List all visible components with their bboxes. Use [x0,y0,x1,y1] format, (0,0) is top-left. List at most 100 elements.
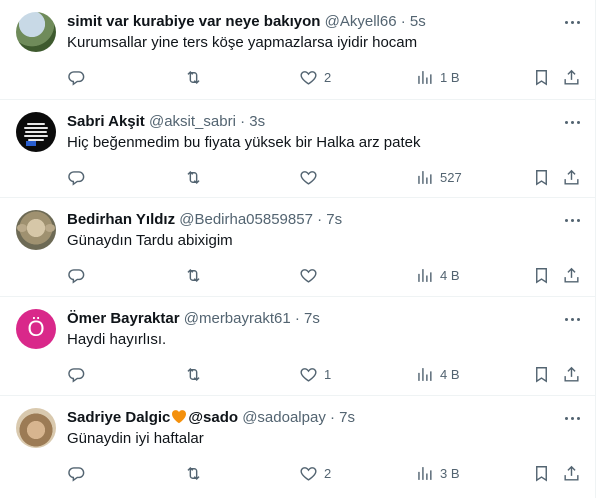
retweet-button[interactable] [184,166,203,188]
display-name[interactable]: Bedirhan Yıldız [67,211,175,228]
like-button[interactable] [299,264,324,286]
timestamp[interactable]: 5s [410,13,426,30]
view-count: 527 [440,169,462,185]
user-handle[interactable]: @Bedirha05859857 [179,211,313,228]
share-icon [562,68,581,87]
bookmark-button[interactable] [532,66,551,88]
like-icon [299,168,318,187]
retweet-icon [184,365,203,384]
tweet-actions: 2 3 B [60,462,592,484]
reply-button[interactable] [67,462,86,484]
separator-dot: · [400,13,406,30]
reply-button[interactable] [67,264,86,286]
display-name[interactable]: Sabri Akşit [67,113,145,130]
separator-dot: · [294,310,300,327]
tweet[interactable]: Sabri Akşit @aksit_sabri · 3s Hiç beğenm… [0,100,596,198]
tweet-text: Haydi hayırlısı. [67,331,167,348]
tweet-text: Günaydin iyi haftalar [67,430,204,447]
reply-icon [67,464,86,483]
like-count: 1 [324,366,332,382]
more-icon[interactable] [562,12,582,32]
tweet-header: Sadriye Dalgic @sado @sadoalpay · 7s [67,408,547,428]
avatar[interactable] [16,112,56,152]
bookmark-icon [532,168,551,187]
like-count: 2 [324,69,332,85]
share-button[interactable] [562,166,581,188]
avatar[interactable] [16,408,56,448]
like-button[interactable]: 2 [299,66,331,88]
reply-button[interactable] [67,66,86,88]
bookmark-button[interactable] [532,166,551,188]
separator-dot: · [240,113,246,130]
views-button[interactable]: 3 B [415,462,460,484]
like-icon [299,464,318,483]
views-button[interactable]: 4 B [415,363,460,385]
orange-heart-icon [172,410,187,424]
retweet-button[interactable] [184,462,203,484]
reply-icon [67,365,86,384]
reply-icon [67,68,86,87]
reply-icon [67,266,86,285]
views-icon [415,168,434,187]
bookmark-icon [532,464,551,483]
retweet-icon [184,68,203,87]
more-icon[interactable] [562,408,582,428]
views-button[interactable]: 4 B [415,264,460,286]
view-count: 4 B [440,366,460,382]
display-name[interactable]: simit var kurabiye var neye bakıyon [67,13,320,30]
tweet-header: Bedirhan Yıldız @Bedirha05859857 · 7s [67,210,547,230]
user-handle[interactable]: @sadoalpay [242,409,326,426]
views-icon [415,464,434,483]
display-name[interactable]: Ömer Bayraktar [67,310,180,327]
bookmark-button[interactable] [532,462,551,484]
display-name[interactable]: Sadriye Dalgic @sado [67,409,238,426]
retweet-icon [184,168,203,187]
retweet-button[interactable] [184,264,203,286]
share-button[interactable] [562,363,581,385]
share-button[interactable] [562,462,581,484]
reply-button[interactable] [67,363,86,385]
views-icon [415,68,434,87]
tweet-actions: 2 1 B [60,66,592,88]
more-icon[interactable] [562,210,582,230]
views-button[interactable]: 1 B [415,66,460,88]
tweet[interactable]: Ö Ömer Bayraktar @merbayrakt61 · 7s Hayd… [0,297,596,396]
tweet[interactable]: simit var kurabiye var neye bakıyon @Aky… [0,0,596,100]
retweet-icon [184,464,203,483]
bookmark-button[interactable] [532,363,551,385]
avatar[interactable] [16,210,56,250]
timestamp[interactable]: 7s [339,409,355,426]
like-button[interactable]: 1 [299,363,331,385]
bookmark-icon [532,68,551,87]
views-icon [415,365,434,384]
more-icon[interactable] [562,309,582,329]
share-icon [562,365,581,384]
retweet-button[interactable] [184,66,203,88]
user-handle[interactable]: @Akyell66 [325,13,397,30]
retweet-button[interactable] [184,363,203,385]
tweet-actions: 527 [60,166,592,188]
share-icon [562,168,581,187]
like-button[interactable]: 2 [299,462,331,484]
timestamp[interactable]: 3s [249,113,265,130]
user-handle[interactable]: @merbayrakt61 [184,310,291,327]
share-button[interactable] [562,66,581,88]
user-handle[interactable]: @aksit_sabri [149,113,236,130]
tweet[interactable]: Bedirhan Yıldız @Bedirha05859857 · 7s Gü… [0,198,596,297]
like-button[interactable] [299,166,324,188]
tweet-header: Ömer Bayraktar @merbayrakt61 · 7s [67,309,547,329]
timestamp[interactable]: 7s [304,310,320,327]
avatar[interactable] [16,12,56,52]
share-button[interactable] [562,264,581,286]
like-count: 2 [324,465,332,481]
bookmark-icon [532,365,551,384]
views-button[interactable]: 527 [415,166,462,188]
bookmark-button[interactable] [532,264,551,286]
separator-dot: · [330,409,335,426]
reply-button[interactable] [67,166,86,188]
timestamp[interactable]: 7s [326,211,342,228]
more-icon[interactable] [562,112,582,132]
like-icon [299,68,318,87]
avatar[interactable]: Ö [16,309,56,349]
tweet[interactable]: Sadriye Dalgic @sado @sadoalpay · 7s Güna… [0,396,596,498]
